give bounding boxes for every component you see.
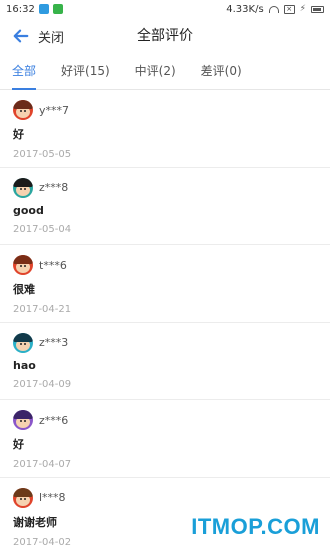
review-text: 好: [13, 438, 24, 451]
wechat-notification-icon: [52, 4, 63, 14]
review-text: 很难: [13, 283, 35, 296]
review-list: y***7 好 2017-05-05 z***8 good 2017-05-04 t***6…: [0, 90, 330, 550]
app-notification-icon: [38, 4, 49, 14]
review-header: z***6: [13, 410, 317, 430]
charging-icon: ⚡: [299, 4, 306, 14]
tab-neutral[interactable]: 中评(2): [135, 53, 176, 89]
back-arrow-icon: [13, 29, 29, 43]
status-bar: 16:32 4.33K/s × ⚡: [0, 0, 330, 18]
review-text: good: [13, 203, 44, 217]
tab-positive[interactable]: 好评(15): [61, 53, 110, 89]
no-sim-icon: ×: [283, 4, 295, 14]
avatar: [13, 100, 33, 120]
review-username: y***7: [39, 103, 70, 117]
review-date: 2017-04-07: [13, 459, 72, 470]
review-header: t***6: [13, 255, 317, 275]
review-header: y***7: [13, 100, 317, 120]
review-header: z***8: [13, 177, 317, 198]
review-item: z***3 hao 2017-04-09: [0, 323, 330, 400]
review-text: 好: [13, 128, 24, 141]
review-item: t***6 很难 2017-04-21: [0, 245, 330, 323]
review-username: z***8: [39, 181, 69, 194]
review-username: t***6: [39, 258, 67, 272]
review-date: 2017-04-21: [13, 304, 72, 315]
avatar: [13, 332, 33, 353]
review-header: z***3: [13, 332, 317, 353]
review-item: y***7 好 2017-05-05: [0, 90, 330, 168]
wifi-icon: [268, 5, 279, 13]
review-username: z***6: [39, 413, 69, 427]
avatar: [13, 177, 33, 198]
close-label: 关闭: [38, 30, 65, 46]
battery-icon: [311, 5, 324, 13]
avatar: [13, 255, 33, 275]
watermark-logo: ITMOP.COM: [191, 514, 320, 539]
tab-all[interactable]: 全部: [12, 53, 37, 90]
network-speed: 4.33K/s: [226, 3, 264, 15]
review-item: z***6 好 2017-04-07: [0, 400, 330, 478]
avatar: [13, 487, 33, 508]
filter-tabs: 全部 好评(15) 中评(2) 差评(0): [0, 54, 330, 90]
close-button[interactable]: 关闭: [0, 18, 64, 54]
tab-negative[interactable]: 差评(0): [201, 53, 242, 89]
review-username: z***3: [39, 336, 69, 349]
review-date: 2017-04-09: [13, 378, 72, 390]
review-text: hao: [13, 358, 36, 372]
review-item: z***8 good 2017-05-04: [0, 168, 330, 245]
avatar: [13, 410, 33, 430]
review-date: 2017-05-05: [13, 149, 72, 160]
review-date: 2017-05-04: [13, 223, 72, 235]
review-header: l***8: [13, 487, 317, 508]
review-username: l***8: [39, 491, 66, 504]
status-time: 16:32: [6, 3, 35, 15]
header: 关闭 全部评价: [0, 18, 330, 54]
